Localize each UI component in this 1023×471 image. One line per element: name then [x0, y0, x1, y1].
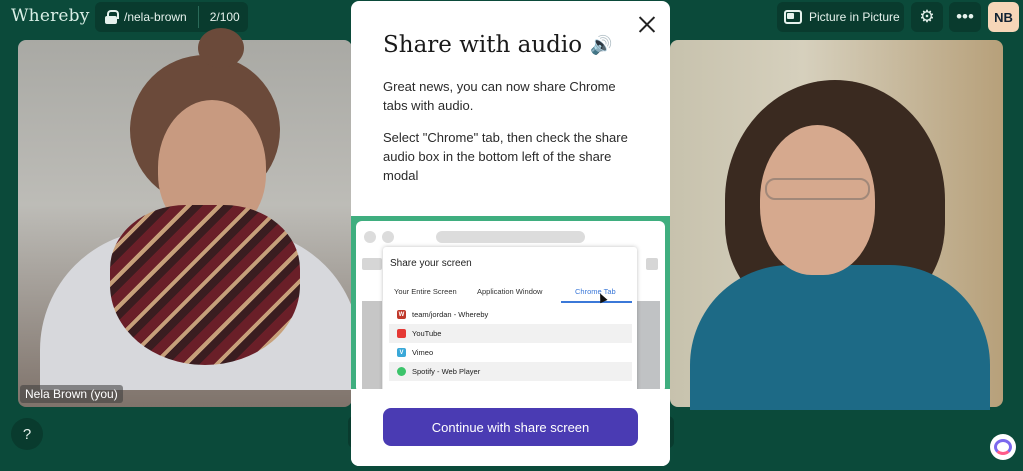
list-item-label: YouTube	[412, 329, 442, 338]
avatar[interactable]: NB	[988, 2, 1019, 32]
remote-video-face	[760, 125, 875, 275]
tab-list: W team/jordan - Whereby YouTube V Vimeo …	[389, 305, 632, 381]
room-name: /nela-brown	[124, 10, 187, 24]
preview-background	[362, 301, 382, 389]
pip-label: Picture in Picture	[809, 10, 900, 24]
divider	[197, 6, 199, 28]
tab-application-window: Application Window	[477, 287, 543, 296]
list-item: V Vimeo	[389, 343, 632, 362]
gear-icon: ⚙	[919, 7, 935, 26]
remote-video-glasses	[765, 178, 870, 200]
window-dot-icon	[364, 231, 376, 243]
list-item-label: Spotify - Web Player	[412, 367, 481, 376]
youtube-favicon-icon	[397, 329, 406, 338]
url-bar	[436, 231, 585, 243]
vimeo-favicon-icon: V	[397, 348, 406, 357]
window-dot-icon	[382, 231, 394, 243]
list-item: Spotify - Web Player	[389, 362, 632, 381]
share-dialog-illustration: Share your screen Your Entire Screen App…	[383, 247, 637, 389]
list-item-label: team/jordan - Whereby	[412, 310, 489, 319]
lock-icon	[105, 10, 119, 24]
speaker-icon: 🔊	[590, 34, 613, 56]
help-button[interactable]: ?	[11, 418, 43, 450]
pip-icon	[784, 10, 802, 24]
clickup-icon[interactable]	[990, 434, 1016, 460]
more-icon: •••	[956, 7, 974, 26]
whereby-favicon-icon: W	[397, 310, 406, 319]
participant-video-bun	[198, 28, 244, 68]
preview-background	[635, 301, 660, 389]
continue-share-screen-button[interactable]: Continue with share screen	[383, 408, 638, 446]
modal-footer: Continue with share screen	[351, 389, 670, 466]
modal-title: Share with audio 🔊	[383, 32, 612, 58]
share-audio-modal: Share with audio 🔊 Great news, you can n…	[351, 1, 670, 466]
share-screen-preview: Share your screen Your Entire Screen App…	[351, 216, 670, 389]
participant-count: 2/100	[209, 10, 240, 24]
list-item: W team/jordan - Whereby	[389, 305, 632, 324]
modal-title-text: Share with audio	[383, 32, 583, 58]
share-dialog-title: Share your screen	[390, 258, 472, 269]
close-button[interactable]	[635, 13, 659, 37]
spotify-favicon-icon	[397, 367, 406, 376]
tab-entire-screen: Your Entire Screen	[394, 287, 457, 296]
whereby-logo: Whereby	[11, 6, 90, 26]
preview-placeholder	[646, 258, 658, 270]
modal-instructions: Select "Chrome" tab, then check the shar…	[383, 130, 628, 183]
settings-button[interactable]: ⚙	[911, 2, 943, 32]
preview-browser-window: Share your screen Your Entire Screen App…	[356, 221, 665, 389]
self-name-label: Nela Brown (you)	[20, 385, 123, 403]
list-item: YouTube	[389, 324, 632, 343]
more-options-button[interactable]: •••	[949, 2, 981, 32]
list-item-label: Vimeo	[412, 348, 434, 357]
participant-video-scarf	[110, 205, 300, 365]
preview-placeholder	[362, 258, 382, 270]
picture-in-picture-button[interactable]: Picture in Picture	[777, 2, 904, 32]
modal-description: Great news, you can now share Chrome tab…	[383, 79, 616, 113]
remote-video-body	[690, 265, 990, 410]
active-tab-indicator	[561, 301, 632, 303]
